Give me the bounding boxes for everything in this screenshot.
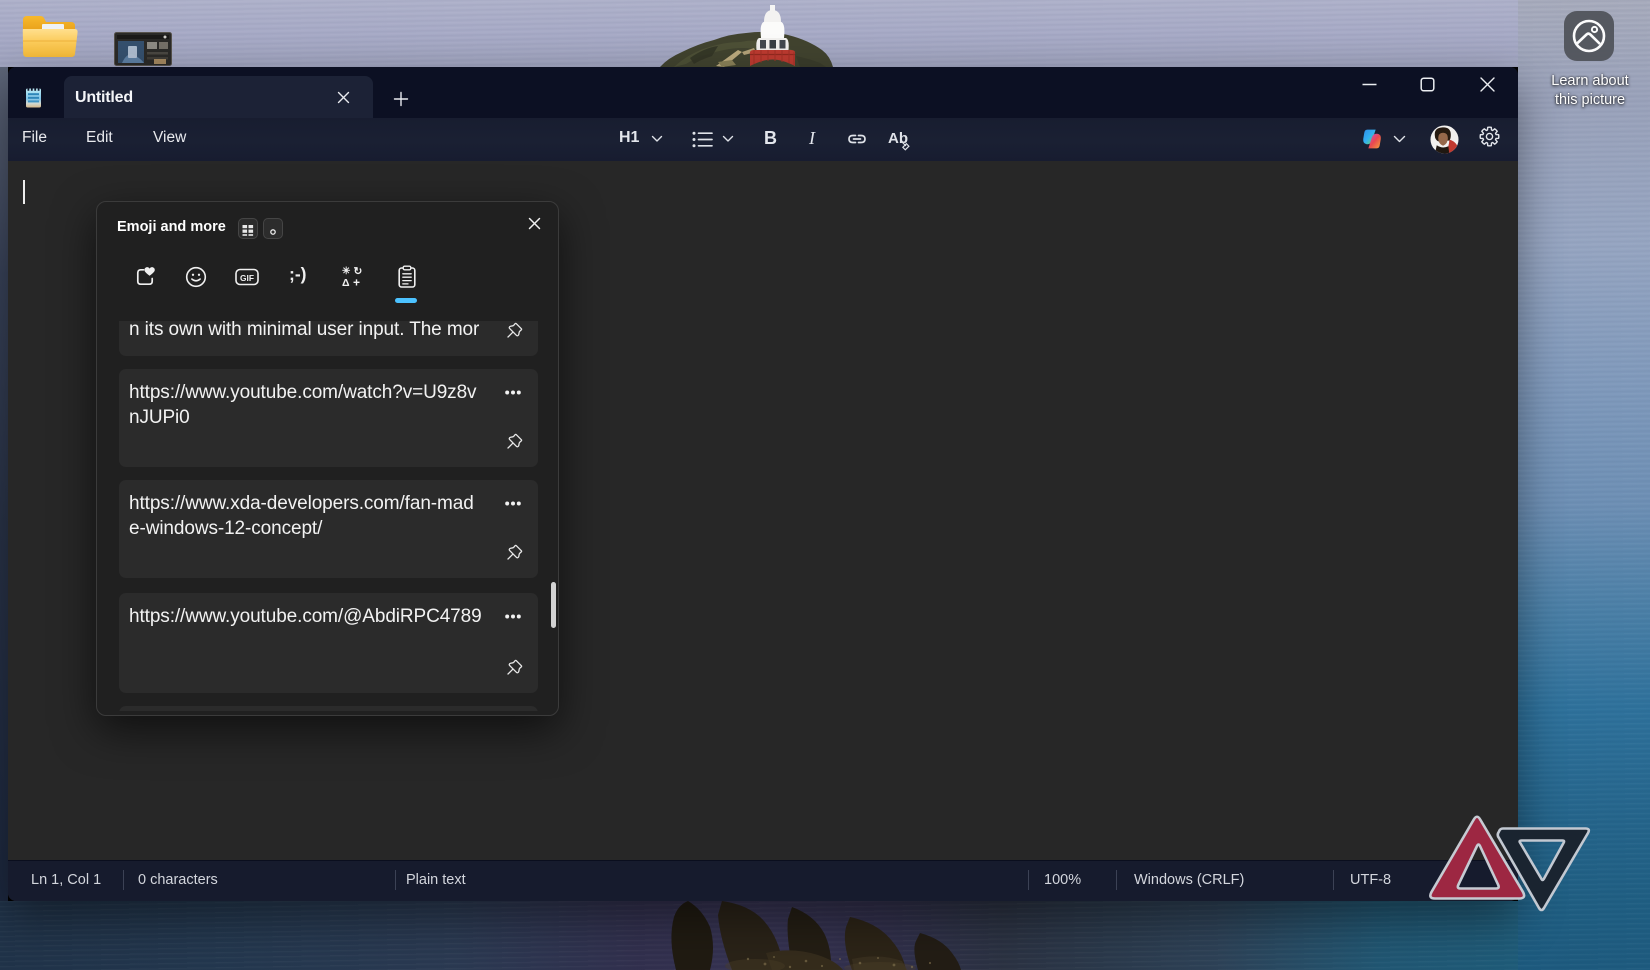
svg-text:Δ: Δ bbox=[342, 277, 350, 288]
svg-text:GIF: GIF bbox=[240, 273, 254, 283]
svg-text:✳: ✳ bbox=[342, 266, 351, 277]
svg-text:+: + bbox=[353, 276, 360, 289]
